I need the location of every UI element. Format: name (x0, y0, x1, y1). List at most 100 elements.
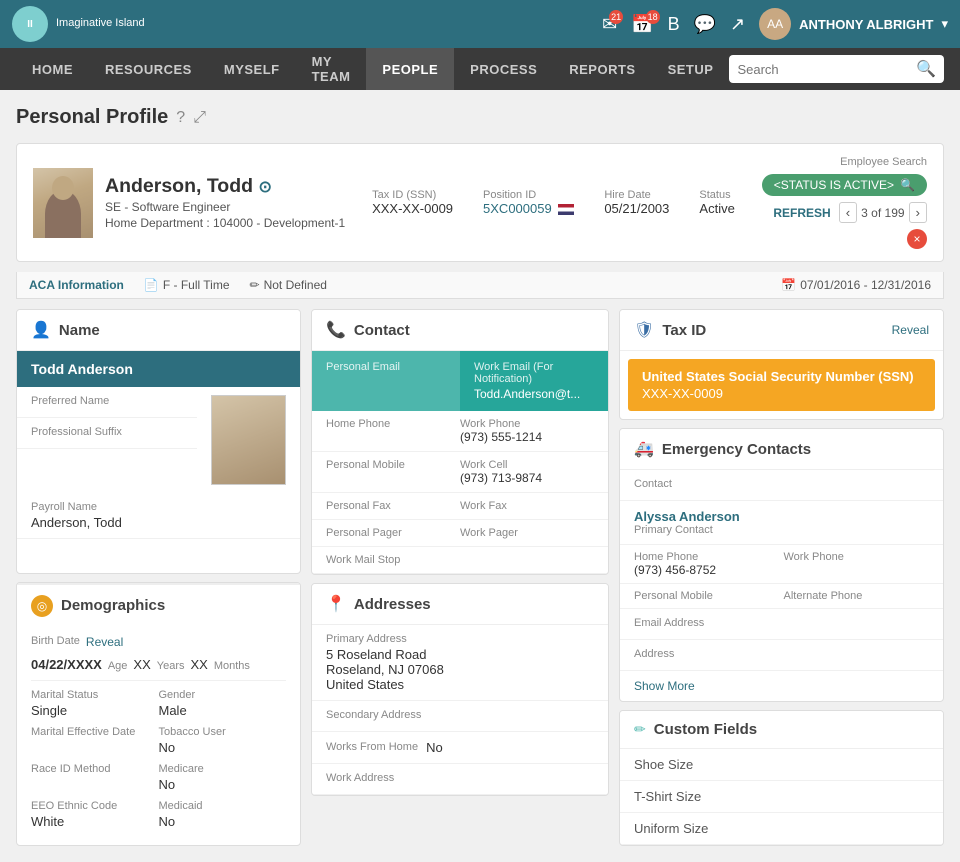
home-phone-label: Home Phone (326, 418, 460, 430)
custom-fields-title: Custom Fields (654, 721, 757, 738)
tax-id-reveal-button[interactable]: Reveal (892, 323, 929, 337)
tobacco-label: Tobacco User (159, 726, 287, 738)
fax-row: Personal Fax Work Fax (312, 493, 608, 520)
addresses-card: 📍 Addresses Primary Address 5 Roseland R… (311, 583, 609, 796)
personal-fax-label: Personal Fax (326, 500, 460, 512)
work-email-label: Work Email (For Notification) (474, 361, 594, 385)
tobacco-col: Tobacco User No (159, 726, 287, 755)
medicaid-col: Medicaid No (159, 800, 287, 829)
emergency-contact-label-row: Contact (620, 470, 943, 501)
birth-date-reveal[interactable]: Reveal (86, 635, 123, 649)
works-from-home-row: Works From Home No (312, 732, 608, 764)
calendar-icon[interactable]: 📅 18 (631, 14, 653, 35)
profile-right: Employee Search <STATUS IS ACTIVE> 🔍 REF… (762, 156, 927, 249)
nav-resources[interactable]: RESOURCES (89, 48, 208, 90)
employee-search-label: Employee Search (840, 156, 927, 168)
user-area[interactable]: AA ANTHONY ALBRIGHT ▾ (759, 8, 948, 40)
work-cell-label: Work Cell (460, 459, 594, 471)
custom-field-tshirt: T-Shirt Size (620, 781, 943, 813)
professional-suffix-label: Professional Suffix (31, 426, 183, 438)
chat-icon[interactable]: 💬 (694, 14, 716, 35)
search-button[interactable]: 🔍 (916, 59, 936, 79)
custom-field-shoe: Shoe Size (620, 749, 943, 781)
nav-setup[interactable]: SETUP (652, 48, 730, 90)
birth-date-label: Birth Date (31, 635, 80, 647)
work-address-label: Work Address (326, 772, 594, 784)
next-button[interactable]: › (909, 202, 927, 223)
demographics-card: ◎ Demographics Birth Date Reveal 04/22/X… (16, 582, 301, 847)
months-label: Months (214, 660, 250, 672)
nav-process[interactable]: PROCESS (454, 48, 553, 90)
work-pager-group: Work Pager (460, 527, 594, 539)
close-button[interactable]: × (907, 229, 927, 249)
employee-photo (211, 395, 286, 485)
aca-status-icon: ✏ (250, 278, 260, 292)
gender-label: Gender (159, 689, 287, 701)
search-bar[interactable]: 🔍 (729, 55, 944, 83)
tax-id-card: 🛡 Tax ID Reveal United States Social Sec… (619, 309, 944, 420)
page-content: Personal Profile ? ⤢ Anderson, Todd ⊙ SE… (0, 90, 960, 862)
months-value: XX (190, 657, 207, 672)
emergency-person: Alyssa Anderson Primary Contact (620, 501, 943, 545)
race-label: Race ID Method (31, 763, 159, 775)
status-field: Status Active (699, 189, 734, 216)
profile-info: Anderson, Todd ⊙ SE - Software Engineer … (105, 175, 345, 230)
contact-card: 📞 Contact Personal Email Work Email (For… (311, 309, 609, 575)
emergency-address-row: Address (620, 640, 943, 671)
status-badge[interactable]: <STATUS IS ACTIVE> 🔍 (762, 174, 927, 196)
tax-id-header: 🛡 Tax ID Reveal (620, 310, 943, 351)
prev-button[interactable]: ‹ (839, 202, 857, 223)
gender-value: Male (159, 703, 287, 718)
name-section-card: 👤 Name Todd Anderson Preferred Name Prof… (16, 309, 301, 574)
emergency-icon: 🚑 (634, 439, 654, 459)
secondary-address-row: Secondary Address (312, 701, 608, 732)
medicare-col: Medicare No (159, 763, 287, 792)
nav-my-team[interactable]: MY TEAM (296, 48, 367, 90)
nav-myself[interactable]: MYSELF (208, 48, 296, 90)
profile-header: Anderson, Todd ⊙ SE - Software Engineer … (16, 143, 944, 262)
nav-items: HOME RESOURCES MYSELF MY TEAM PEOPLE PRO… (16, 48, 729, 90)
addresses-header: 📍 Addresses (312, 584, 608, 625)
demographics-show-more[interactable]: Show More (17, 845, 300, 847)
dob-value: 04/22/XXXX (31, 657, 102, 672)
name-section-title: Name (59, 322, 100, 339)
b-icon[interactable]: B (668, 14, 680, 35)
custom-field-uniform: Uniform Size (620, 813, 943, 845)
emergency-email-row: Email Address (620, 609, 943, 640)
work-fax-label: Work Fax (460, 500, 594, 512)
emergency-card: 🚑 Emergency Contacts Contact Alyssa Ande… (619, 428, 944, 702)
profile-middle: Tax ID (SSN) XXX-XX-0009 Position ID 5XC… (372, 189, 735, 216)
middle-column: 📞 Contact Personal Email Work Email (For… (311, 309, 609, 846)
tax-id-highlight: United States Social Security Number (SS… (628, 359, 935, 411)
user-avatar: AA (759, 8, 791, 40)
refresh-button[interactable]: REFRESH (773, 206, 830, 220)
medicare-label: Medicare (159, 763, 287, 775)
share-icon[interactable]: ↗ (730, 14, 745, 35)
aca-label[interactable]: ACA Information (29, 278, 124, 292)
works-from-home-label: Works From Home (326, 741, 418, 753)
page-title-row: Personal Profile ? ⤢ (16, 106, 944, 129)
nav-home[interactable]: HOME (16, 48, 89, 90)
demographics-icon: ◎ (31, 595, 53, 617)
home-phone-group: Home Phone (326, 418, 460, 444)
profile-forward-icon[interactable]: ⊙ (258, 179, 271, 196)
logo-text: Imaginative Island (56, 17, 145, 30)
personal-mobile-group: Personal Mobile (326, 459, 460, 485)
phone-row-2: Personal Mobile Work Cell (973) 713-9874 (312, 452, 608, 493)
nav-people[interactable]: PEOPLE (366, 48, 454, 90)
mail-icon[interactable]: ✉ 21 (602, 14, 617, 35)
emergency-show-more[interactable]: Show More (620, 671, 943, 701)
personal-email-col: Personal Email (312, 351, 460, 411)
search-input[interactable] (737, 62, 910, 77)
emerg-work-phone-group: Work Phone (784, 551, 930, 577)
record-count: 3 of 199 (861, 206, 904, 220)
aca-bar: ACA Information 📄 F - Full Time ✏ Not De… (16, 272, 944, 299)
nav-reports[interactable]: REPORTS (553, 48, 651, 90)
mail-badge: 21 (609, 10, 623, 24)
pager-row: Personal Pager Work Pager (312, 520, 608, 547)
race-col: Race ID Method (31, 763, 159, 792)
payroll-name-label: Payroll Name (31, 501, 286, 513)
help-icon[interactable]: ? (176, 109, 185, 127)
age-value: XX (133, 657, 150, 672)
expand-icon[interactable]: ⤢ (193, 109, 206, 127)
